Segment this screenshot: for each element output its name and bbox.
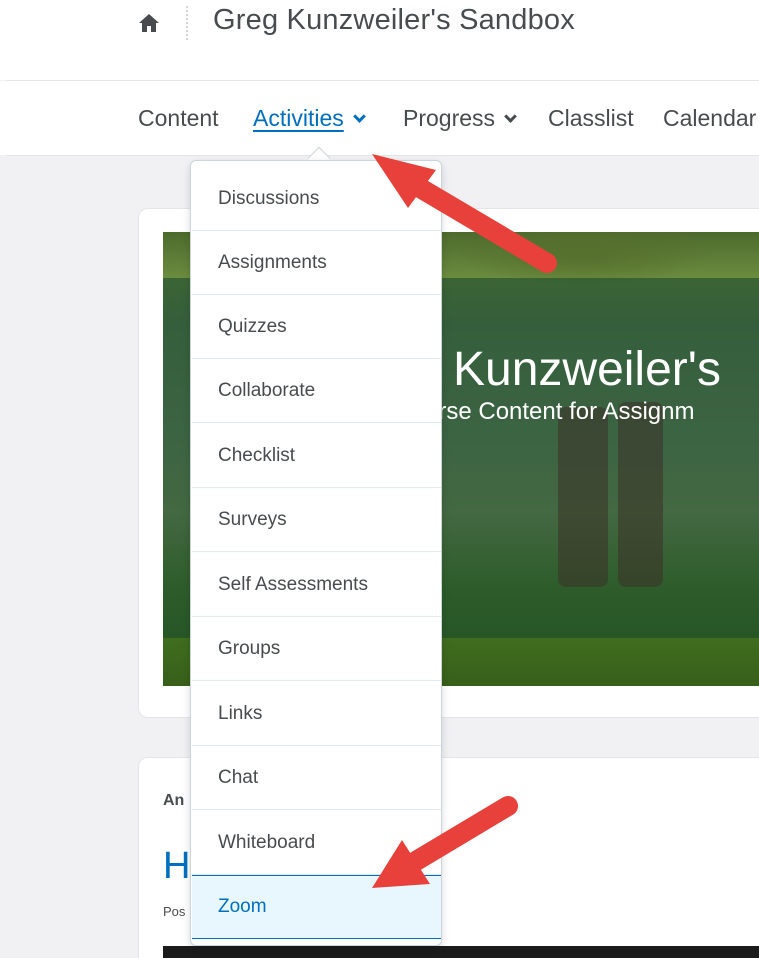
menu-item-self-assessments[interactable]: Self Assessments bbox=[192, 553, 441, 617]
menu-item-label: Groups bbox=[218, 637, 281, 659]
banner-person-figure bbox=[618, 402, 663, 587]
home-icon[interactable] bbox=[138, 12, 160, 34]
course-header: Greg Kunzweiler's Sandbox bbox=[0, 0, 759, 80]
chevron-down-icon bbox=[352, 109, 366, 123]
menu-item-checklist[interactable]: Checklist bbox=[192, 424, 441, 488]
nav-item-label: Classlist bbox=[548, 105, 634, 131]
menu-item-label: Self Assessments bbox=[218, 573, 368, 595]
nav-item-label: Activities bbox=[253, 105, 344, 131]
menu-item-chat[interactable]: Chat bbox=[192, 746, 441, 810]
announcement-heading[interactable]: H bbox=[163, 845, 190, 888]
course-navbar: Content Activities Progress Classlist Ca… bbox=[0, 81, 759, 155]
menu-item-label: Chat bbox=[218, 766, 259, 788]
nav-item-label: Content bbox=[138, 105, 219, 131]
nav-item-classlist[interactable]: Classlist bbox=[548, 105, 634, 132]
menu-item-quizzes[interactable]: Quizzes bbox=[192, 295, 441, 359]
nav-item-label: Progress bbox=[403, 105, 496, 131]
nav-item-activities[interactable]: Activities bbox=[253, 105, 366, 132]
menu-item-collaborate[interactable]: Collaborate bbox=[192, 359, 441, 423]
course-title[interactable]: Greg Kunzweiler's Sandbox bbox=[213, 4, 575, 37]
nav-item-calendar[interactable]: Calendar bbox=[663, 105, 756, 132]
menu-item-assignments[interactable]: Assignments bbox=[192, 231, 441, 295]
nav-item-label: Calendar bbox=[663, 105, 757, 131]
nav-item-progress[interactable]: Progress bbox=[403, 105, 517, 132]
activities-dropdown-menu: Discussions Assignments Quizzes Collabor… bbox=[190, 160, 442, 946]
menu-item-zoom[interactable]: Zoom bbox=[192, 875, 441, 939]
menu-item-label: Checklist bbox=[218, 444, 296, 466]
menu-item-surveys[interactable]: Surveys bbox=[192, 488, 441, 552]
menu-item-label: Zoom bbox=[218, 896, 267, 917]
nav-item-content[interactable]: Content bbox=[138, 105, 219, 132]
menu-item-label: Assignments bbox=[218, 251, 327, 273]
announcement-image bbox=[163, 946, 759, 958]
menu-item-groups[interactable]: Groups bbox=[192, 617, 441, 681]
menu-item-label: Collaborate bbox=[218, 379, 316, 401]
menu-item-label: Links bbox=[218, 702, 263, 724]
banner-subtitle: urse Content for Assignm bbox=[425, 398, 695, 425]
menu-item-links[interactable]: Links bbox=[192, 682, 441, 746]
menu-item-discussions[interactable]: Discussions bbox=[192, 167, 441, 231]
announcements-label: An bbox=[163, 792, 185, 809]
banner-title: Kunzweiler's bbox=[453, 343, 721, 396]
navbar-divider bbox=[6, 155, 759, 156]
header-separator bbox=[186, 6, 188, 40]
banner-person-figure bbox=[558, 407, 608, 587]
announcement-posted-date: Pos bbox=[163, 904, 186, 919]
chevron-down-icon bbox=[504, 109, 517, 123]
menu-item-label: Discussions bbox=[218, 187, 320, 209]
menu-item-whiteboard[interactable]: Whiteboard bbox=[192, 811, 441, 875]
menu-item-label: Whiteboard bbox=[218, 831, 316, 853]
menu-item-label: Quizzes bbox=[218, 315, 287, 337]
menu-item-label: Surveys bbox=[218, 508, 287, 530]
